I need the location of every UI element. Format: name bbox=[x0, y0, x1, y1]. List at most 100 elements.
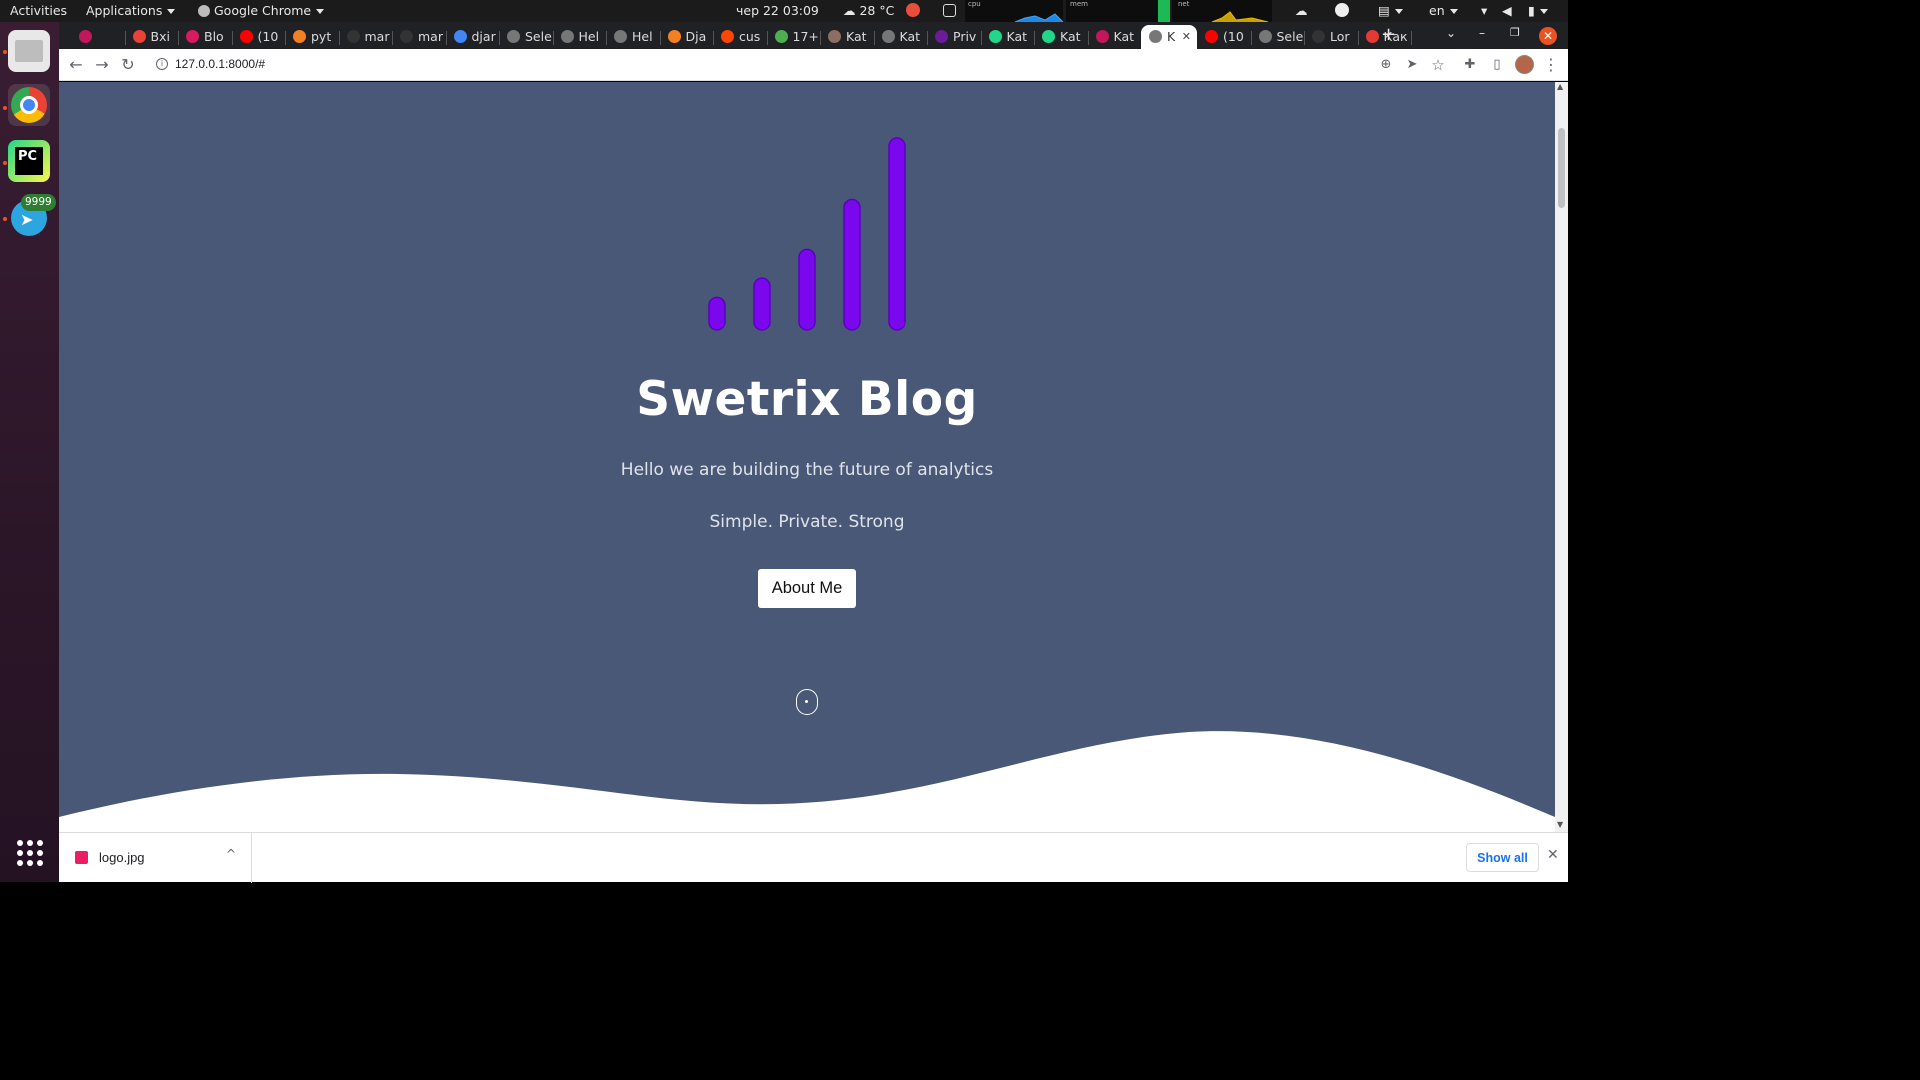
tab-label: mar bbox=[418, 29, 443, 44]
browser-tab[interactable]: Kat bbox=[1088, 25, 1142, 49]
browser-tab[interactable]: mar bbox=[392, 25, 446, 49]
pycharm-icon[interactable]: PC bbox=[8, 140, 50, 182]
scroll-up-arrow-icon[interactable]: ▲ bbox=[1557, 82, 1563, 91]
tab-favicon-icon bbox=[1149, 30, 1162, 43]
language-menu[interactable]: en bbox=[1429, 3, 1458, 18]
tab-label: Kat bbox=[1113, 29, 1135, 44]
applications-menu[interactable]: Applications bbox=[86, 3, 176, 18]
tab-favicon-icon bbox=[453, 30, 467, 43]
folder-shape bbox=[15, 40, 43, 62]
page-viewport: Swetrix Blog Hello we are building the f… bbox=[59, 82, 1555, 832]
dock: PC ➤ 9999 bbox=[0, 22, 59, 882]
download-bar: logo.jpg ^ Show all ✕ bbox=[59, 832, 1568, 883]
mem-graph-label: mem bbox=[1070, 0, 1088, 8]
show-all-button[interactable]: Show all bbox=[1466, 843, 1539, 872]
scrollbar-thumb[interactable] bbox=[1558, 128, 1565, 208]
tab-close-icon[interactable]: ✕ bbox=[1182, 30, 1191, 43]
restore-button[interactable]: ❐ bbox=[1510, 26, 1520, 39]
chevron-down-icon bbox=[1394, 9, 1403, 14]
browser-tab[interactable]: K ✕ bbox=[1141, 25, 1197, 49]
system-top-bar: Activities Applications Google Chrome че… bbox=[0, 0, 1568, 22]
send-icon[interactable]: ➤ bbox=[1402, 55, 1422, 75]
tab-favicon-icon bbox=[667, 30, 681, 43]
back-icon[interactable]: ← bbox=[66, 55, 86, 75]
activities-button[interactable]: Activities bbox=[10, 3, 67, 18]
browser-tab[interactable]: Sele bbox=[1251, 25, 1305, 49]
browser-tab[interactable]: Kat bbox=[820, 25, 874, 49]
record-indicator-icon[interactable] bbox=[906, 3, 920, 17]
browser-tab[interactable]: Sele bbox=[499, 25, 553, 49]
battery-icon[interactable]: ▮ bbox=[1528, 3, 1548, 18]
tab-label: 17+ bbox=[792, 29, 819, 44]
browser-tab[interactable]: pyt bbox=[285, 25, 339, 49]
tab-label: Sele bbox=[1276, 29, 1304, 44]
address-bar[interactable]: i 127.0.0.1:8000/# bbox=[149, 53, 1429, 77]
profile-avatar[interactable] bbox=[1515, 55, 1534, 74]
new-tab-button[interactable]: + bbox=[1381, 24, 1396, 45]
browser-tab[interactable]: Bxi bbox=[125, 25, 179, 49]
browser-tab[interactable]: 17+ bbox=[767, 25, 821, 49]
browser-tab[interactable]: mar bbox=[339, 25, 393, 49]
tab-label: mar bbox=[364, 29, 390, 44]
extensions-icon[interactable]: ✚ bbox=[1460, 55, 1480, 75]
minimize-button[interactable]: – bbox=[1479, 26, 1485, 40]
scroll-down-arrow-icon[interactable]: ▼ bbox=[1557, 820, 1563, 829]
browser-tab[interactable] bbox=[71, 25, 125, 49]
side-panel-icon[interactable]: ▯ bbox=[1487, 55, 1507, 75]
show-apps-icon[interactable] bbox=[17, 840, 43, 866]
browser-tab[interactable]: Kat bbox=[874, 25, 928, 49]
bookmark-star-icon[interactable]: ☆ bbox=[1428, 55, 1448, 75]
chevron-down-icon bbox=[167, 9, 176, 14]
browser-tab[interactable]: Kat bbox=[1034, 25, 1088, 49]
reload-icon[interactable]: ↻ bbox=[118, 55, 138, 75]
tab-strip: Bxi Blo (10 pyt mar mar djar Sele Hel Hel Dja cus 17… bbox=[59, 22, 1568, 49]
zoom-icon[interactable]: ⊕ bbox=[1376, 55, 1396, 75]
browser-tab[interactable]: Priv bbox=[927, 25, 981, 49]
tab-label: cus bbox=[739, 29, 761, 44]
chevron-up-icon[interactable]: ^ bbox=[226, 847, 236, 861]
about-me-button[interactable]: About Me bbox=[758, 569, 856, 608]
weather-indicator[interactable]: ☁ 28 °C bbox=[843, 3, 894, 18]
url-text[interactable]: 127.0.0.1:8000/# bbox=[175, 57, 265, 71]
forward-icon[interactable]: → bbox=[92, 55, 112, 75]
volume-icon[interactable]: ◀ bbox=[1502, 3, 1512, 18]
cloud-icon[interactable]: ☁ bbox=[1295, 3, 1308, 18]
active-app-menu[interactable]: Google Chrome bbox=[198, 3, 325, 18]
files-icon[interactable] bbox=[8, 30, 50, 72]
chevron-down-icon bbox=[1539, 9, 1548, 14]
clipboard-icon[interactable]: ▤ bbox=[1378, 3, 1403, 18]
system-monitor-icon[interactable] bbox=[943, 4, 956, 17]
close-download-bar-icon[interactable]: ✕ bbox=[1547, 847, 1559, 863]
download-item[interactable]: logo.jpg ^ bbox=[59, 833, 252, 883]
browser-tab[interactable]: Blo bbox=[178, 25, 232, 49]
download-file-name: logo.jpg bbox=[99, 850, 145, 865]
logo-bar bbox=[798, 248, 816, 331]
browser-tab[interactable]: Hel bbox=[553, 25, 607, 49]
browser-tab[interactable]: Lor bbox=[1304, 25, 1358, 49]
tab-label: Sele bbox=[525, 29, 552, 44]
browser-tab[interactable]: Hel bbox=[606, 25, 660, 49]
browser-tab[interactable]: Dja bbox=[660, 25, 714, 49]
wifi-icon[interactable]: ▾ bbox=[1481, 3, 1487, 18]
pycharm-label-box: PC bbox=[15, 147, 43, 175]
browser-tab[interactable]: (10 bbox=[1197, 25, 1251, 49]
hero-subtitle: Hello we are building the future of anal… bbox=[620, 460, 994, 480]
close-window-button[interactable]: ✕ bbox=[1539, 27, 1557, 45]
page-scrollbar[interactable]: ▲ ▼ bbox=[1555, 82, 1568, 832]
browser-tab[interactable]: (10 bbox=[232, 25, 286, 49]
chrome-icon[interactable] bbox=[8, 84, 50, 126]
info-icon[interactable]: i bbox=[156, 58, 168, 70]
weather-label: 28 °C bbox=[859, 3, 895, 18]
coffee-icon[interactable] bbox=[1335, 3, 1349, 17]
browser-tab[interactable]: Kat bbox=[981, 25, 1035, 49]
tab-label: (10 bbox=[1223, 29, 1244, 44]
tab-favicon-icon bbox=[721, 30, 734, 43]
menu-icon[interactable]: ⋮ bbox=[1541, 55, 1561, 75]
tab-label: Hel bbox=[632, 29, 653, 44]
tab-label: Dja bbox=[685, 29, 707, 44]
tab-search-icon[interactable]: ⌄ bbox=[1446, 26, 1456, 40]
browser-tab[interactable]: cus bbox=[713, 25, 767, 49]
browser-tab[interactable]: djar bbox=[446, 25, 500, 49]
clock[interactable]: чер 22 03:09 bbox=[736, 3, 819, 18]
mem-graph-fill bbox=[1158, 0, 1170, 22]
